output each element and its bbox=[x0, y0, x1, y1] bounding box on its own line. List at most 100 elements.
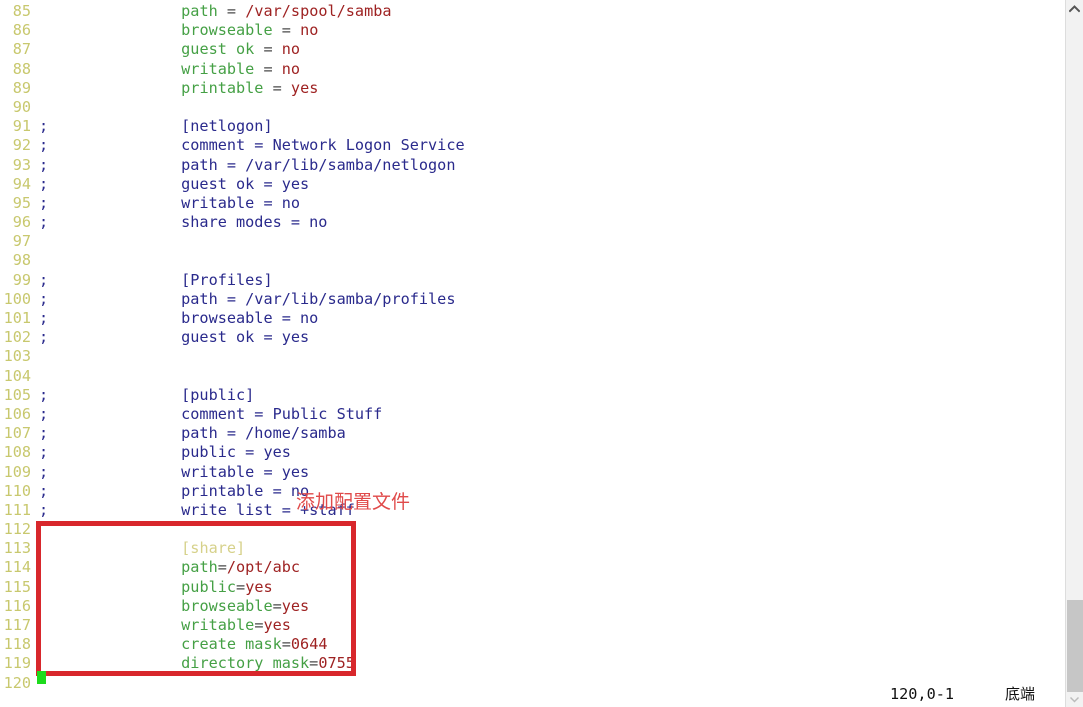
line-token-key: create mask bbox=[181, 635, 282, 654]
code-line[interactable]: 116 browseable=yes bbox=[0, 597, 1065, 616]
code-line[interactable]: 94; guest ok = yes bbox=[0, 175, 1065, 194]
line-number: 110 bbox=[3, 481, 31, 500]
line-text: writable = yes bbox=[108, 462, 310, 481]
line-token-plain bbox=[218, 2, 227, 20]
line-number: 85 bbox=[12, 2, 31, 20]
code-line[interactable]: 100; path = /var/lib/samba/profiles bbox=[0, 290, 1065, 309]
code-line[interactable]: 98 bbox=[0, 251, 1065, 270]
code-line[interactable]: 97 bbox=[0, 232, 1065, 251]
line-number: 88 bbox=[12, 59, 31, 78]
line-token-plain bbox=[263, 79, 272, 97]
line-token-plain bbox=[273, 21, 282, 39]
scroll-down-arrow-icon[interactable] bbox=[1066, 692, 1083, 707]
line-text: path = /var/lib/samba/netlogon bbox=[108, 155, 456, 174]
code-line[interactable]: 118 create mask=0644 bbox=[0, 635, 1065, 654]
code-line[interactable]: 110; printable = no bbox=[0, 482, 1065, 501]
comment-marker: ; bbox=[39, 309, 49, 327]
code-line[interactable]: 105; [public] bbox=[0, 386, 1065, 405]
vertical-scrollbar[interactable] bbox=[1065, 0, 1083, 707]
line-token-eq: = bbox=[281, 635, 291, 654]
code-line[interactable]: 89 printable = yes bbox=[0, 79, 1065, 98]
code-line[interactable]: 85 path = /var/spool/samba bbox=[0, 2, 1065, 21]
comment-marker: ; bbox=[39, 443, 49, 462]
line-token-val: 0644 bbox=[290, 635, 328, 654]
line-text: [Profiles] bbox=[108, 270, 273, 289]
line-number: 108 bbox=[3, 443, 31, 462]
line-token-key: public bbox=[181, 577, 237, 596]
line-number: 114 bbox=[3, 558, 31, 577]
line-token-key: path bbox=[181, 558, 218, 577]
scroll-up-arrow-icon[interactable] bbox=[1066, 0, 1083, 17]
line-number: 100 bbox=[3, 289, 31, 308]
line-token-key: browseable bbox=[181, 596, 273, 615]
line-token-plain bbox=[108, 60, 181, 78]
code-line[interactable]: 117 writable=yes bbox=[0, 616, 1065, 635]
scrollbar-thumb[interactable] bbox=[1067, 600, 1083, 692]
line-number: 104 bbox=[3, 366, 31, 385]
line-number: 115 bbox=[3, 577, 31, 596]
line-number: 106 bbox=[3, 404, 31, 423]
line-token-val: no bbox=[300, 21, 319, 40]
line-number: 107 bbox=[3, 424, 31, 443]
code-line[interactable]: 101; browseable = no bbox=[0, 309, 1065, 328]
line-text: path = /var/lib/samba/profiles bbox=[108, 289, 456, 308]
code-line[interactable]: 102; guest ok = yes bbox=[0, 328, 1065, 347]
line-token-plain bbox=[108, 21, 181, 39]
line-text: comment = Public Stuff bbox=[108, 404, 383, 423]
code-line[interactable]: 111; write list = +staff bbox=[0, 501, 1065, 520]
code-line[interactable]: 112 bbox=[0, 520, 1065, 539]
line-token-plain bbox=[108, 616, 181, 634]
line-token-key: printable bbox=[181, 78, 264, 97]
code-lines-container[interactable]: 85 path = /var/spool/samba 86 browseable … bbox=[0, 2, 1065, 693]
line-number: 87 bbox=[12, 40, 31, 59]
code-line[interactable]: 119 directory mask=0755 bbox=[0, 654, 1065, 673]
code-line[interactable]: 113 [share] bbox=[0, 539, 1065, 558]
line-token-val: no bbox=[281, 40, 301, 59]
status-bar: 120,0-1 底端 bbox=[0, 681, 1065, 707]
line-number: 96 bbox=[12, 213, 31, 232]
line-number: 102 bbox=[3, 328, 31, 347]
code-line[interactable]: 95; writable = no bbox=[0, 194, 1065, 213]
code-line[interactable]: 93; path = /var/lib/samba/netlogon bbox=[0, 156, 1065, 175]
line-text: share modes = no bbox=[108, 213, 328, 232]
line-number: 97 bbox=[12, 232, 31, 251]
line-token-plain bbox=[273, 60, 282, 78]
code-line[interactable]: 96; share modes = no bbox=[0, 213, 1065, 232]
code-line[interactable]: 91; [netlogon] bbox=[0, 117, 1065, 136]
line-text: public = yes bbox=[108, 443, 291, 462]
line-token-key: path bbox=[181, 2, 218, 20]
code-line[interactable]: 103 bbox=[0, 347, 1065, 366]
code-line[interactable]: 107; path = /home/samba bbox=[0, 424, 1065, 443]
line-token-val: yes bbox=[263, 616, 291, 634]
code-line[interactable]: 108; public = yes bbox=[0, 443, 1065, 462]
line-number: 119 bbox=[3, 654, 31, 673]
code-line[interactable]: 109; writable = yes bbox=[0, 463, 1065, 482]
code-line[interactable]: 115 public=yes bbox=[0, 578, 1065, 597]
line-token-eq: = bbox=[309, 654, 319, 673]
code-line[interactable]: 114 path=/opt/abc bbox=[0, 558, 1065, 577]
line-token-plain bbox=[108, 539, 181, 557]
line-token-val: /var/spool/samba bbox=[245, 2, 392, 20]
line-text: writable = no bbox=[108, 193, 301, 212]
text-editor-viewport[interactable]: 85 path = /var/spool/samba 86 browseable … bbox=[0, 0, 1065, 707]
line-token-val: yes bbox=[245, 577, 273, 596]
line-number: 111 bbox=[3, 500, 31, 519]
code-line[interactable]: 104 bbox=[0, 367, 1065, 386]
code-line[interactable]: 87 guest ok = no bbox=[0, 40, 1065, 59]
comment-marker: ; bbox=[39, 213, 49, 232]
line-token-key: browseable bbox=[181, 21, 273, 40]
code-line[interactable]: 86 browseable = no bbox=[0, 21, 1065, 40]
code-line[interactable]: 90 bbox=[0, 98, 1065, 117]
line-number: 98 bbox=[12, 251, 31, 270]
code-line[interactable]: 106; comment = Public Stuff bbox=[0, 405, 1065, 424]
code-line[interactable]: 92; comment = Network Logon Service bbox=[0, 136, 1065, 155]
comment-marker: ; bbox=[39, 289, 49, 308]
code-line[interactable]: 99; [Profiles] bbox=[0, 271, 1065, 290]
line-number: 95 bbox=[12, 193, 31, 212]
line-token-plain bbox=[291, 21, 300, 39]
comment-marker: ; bbox=[39, 385, 49, 404]
code-line[interactable]: 88 writable = no bbox=[0, 60, 1065, 79]
comment-marker: ; bbox=[39, 117, 49, 136]
line-token-eq: = bbox=[217, 558, 227, 577]
line-text: guest ok = yes bbox=[108, 328, 310, 347]
